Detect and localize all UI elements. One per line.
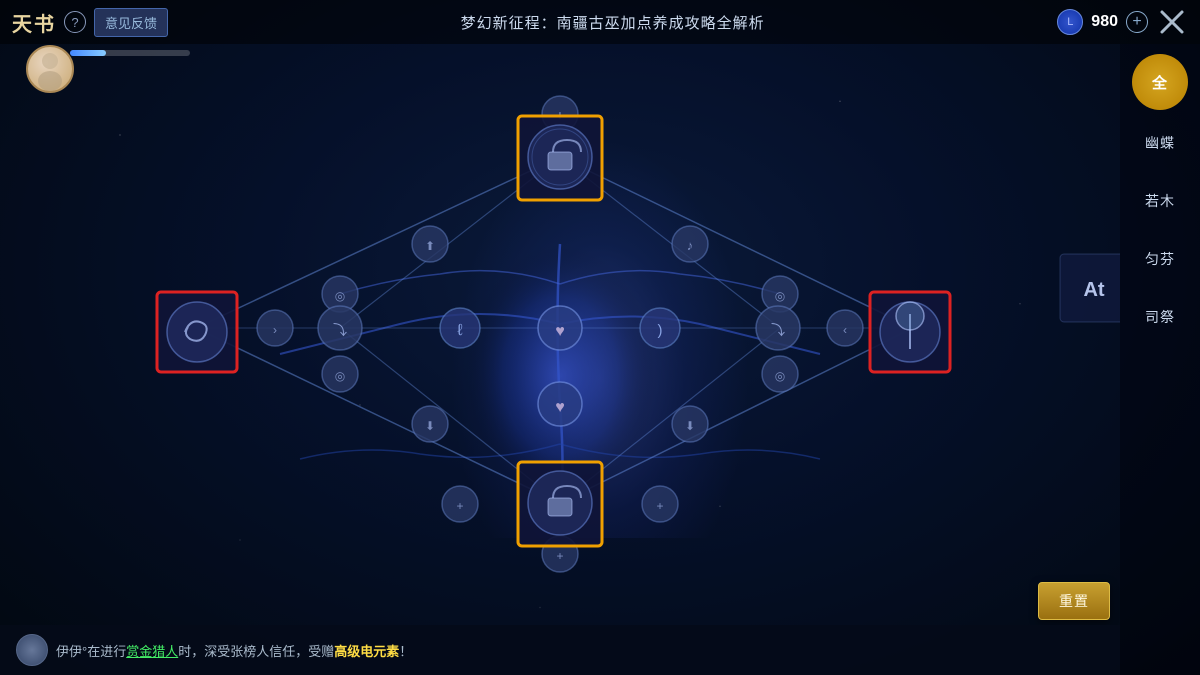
svg-text:◎: ◎ [775,289,785,303]
sidebar-item-youdie[interactable]: 幽蝶 [1130,118,1190,168]
close-icon [1158,8,1186,36]
msg-link[interactable]: 赏金猎人 [126,644,178,659]
svg-text:At: At [1083,279,1104,301]
svg-text:+: + [556,549,563,563]
svg-text:⬇: ⬇ [685,419,695,433]
svg-text:♪: ♪ [687,238,694,253]
sidebar-item-jufen[interactable]: 匀芬 [1130,234,1190,284]
sidebar-item-ruomu[interactable]: 若木 [1130,176,1190,226]
svg-text:›: › [273,323,277,337]
svg-text:◎: ◎ [775,369,785,383]
topbar-left: 天书 ? 意见反馈 [0,8,180,37]
skill-tree-area: + ⬆ ◎ ♪ ◎ › ⤵ ‹ ⤵ ℓ ) ♥ ♥ ⬇ [0,44,1120,625]
bottom-bar: 伊伊°在进行赏金猎人时，深受张榜人信任，受赠高级电元素！ [0,625,1120,675]
sidebar-item-all[interactable]: 全 [1132,54,1188,110]
msg-normal3: ！ [399,644,412,659]
svg-text:⬇: ⬇ [425,419,435,433]
svg-text:⤵: ⤵ [333,322,347,338]
svg-text:♥: ♥ [555,323,565,340]
help-icon[interactable]: ? [64,11,86,33]
svg-text:ℓ: ℓ [457,322,462,339]
svg-text:♥: ♥ [555,399,565,416]
svg-text:+: + [656,499,663,513]
svg-text:‹: ‹ [843,323,847,337]
svg-text:⬆: ⬆ [425,239,435,253]
currency-icon: L [1057,9,1083,35]
topbar-right: L 980 + [1045,6,1200,38]
svg-text:◎: ◎ [335,369,345,383]
svg-text:+: + [456,499,463,513]
svg-text:+: + [556,107,564,123]
sidebar-item-siji[interactable]: 司祭 [1130,292,1190,342]
connector-lines: + ⬆ ◎ ♪ ◎ › ⤵ ‹ ⤵ ℓ ) ♥ ♥ ⬇ [0,44,1120,625]
svg-text:⤵: ⤵ [771,322,785,338]
top-bar: 天书 ? 意见反馈 梦幻新征程：南疆古巫加点养成攻略全解析 L 980 + [0,0,1200,44]
msg-highlight: 高级电元素 [334,644,399,659]
close-button[interactable] [1156,6,1188,38]
bottom-message: 伊伊°在进行赏金猎人时，深受张榜人信任，受赠高级电元素！ [56,641,1104,660]
currency-amount: 980 [1091,13,1118,31]
msg-normal1: 伊伊°在进行 [56,644,126,659]
svg-text:): ) [658,322,663,339]
add-currency-button[interactable]: + [1126,11,1148,33]
tianshu-label: 天书 [12,8,56,37]
topbar-title: 梦幻新征程：南疆古巫加点养成攻略全解析 [180,12,1045,33]
bottom-avatar [16,634,48,666]
right-sidebar: 全 幽蝶 若木 匀芬 司祭 [1120,44,1200,675]
feedback-button[interactable]: 意见反馈 [94,8,168,37]
reset-button[interactable]: 重置 [1038,582,1110,620]
svg-text:◎: ◎ [335,289,345,303]
msg-normal2: 时，深受张榜人信任，受赠 [178,644,334,659]
